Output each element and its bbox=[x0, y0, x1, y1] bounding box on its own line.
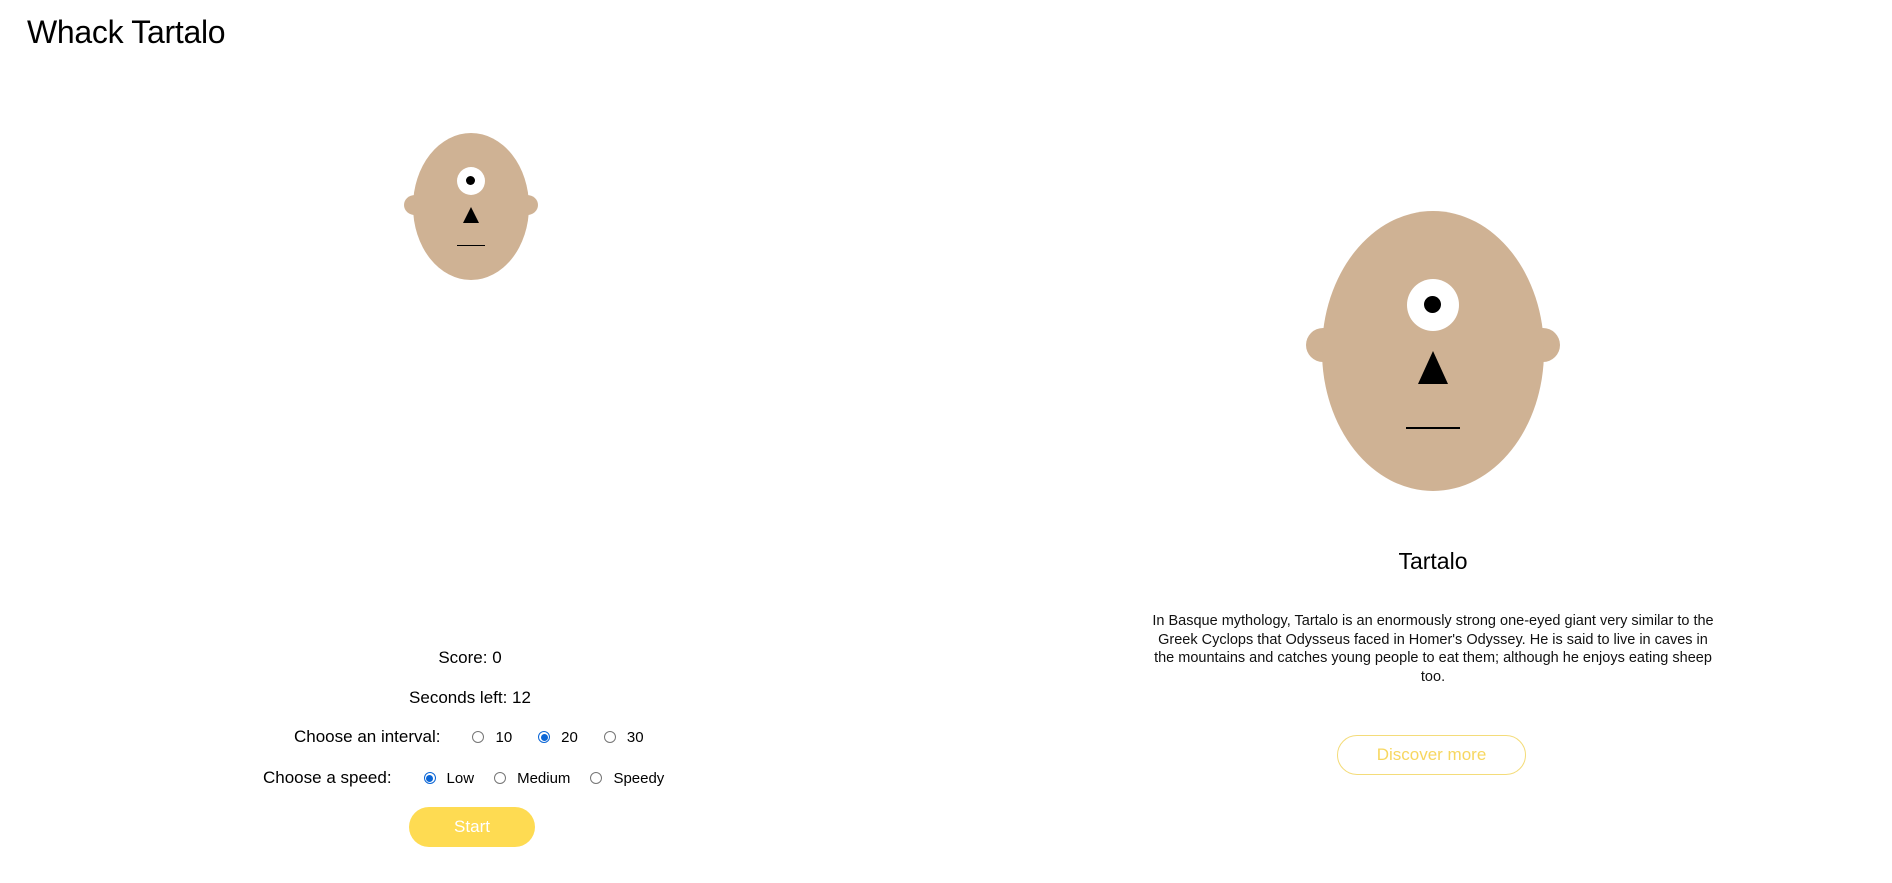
speed-radio-low[interactable] bbox=[423, 772, 436, 784]
pupil bbox=[466, 176, 475, 185]
interval-option-30[interactable]: 30 bbox=[603, 728, 644, 746]
app-title: Whack Tartalo bbox=[27, 14, 226, 50]
mouth bbox=[457, 245, 485, 246]
speed-option-low[interactable]: Low bbox=[423, 769, 475, 787]
mouth bbox=[1406, 427, 1460, 429]
nose bbox=[463, 207, 479, 223]
interval-radio-30[interactable] bbox=[603, 731, 616, 743]
speed-selector: Choose a speed: Low Medium Speedy bbox=[263, 768, 684, 788]
speed-radio-speedy[interactable] bbox=[590, 772, 603, 784]
interval-option-label: 20 bbox=[561, 728, 578, 746]
nose bbox=[1418, 351, 1448, 384]
speed-option-speedy[interactable]: Speedy bbox=[590, 770, 664, 787]
interval-selector: Choose an interval: 10 20 30 bbox=[294, 727, 670, 747]
interval-radio-10[interactable] bbox=[472, 731, 485, 743]
interval-radio-20[interactable] bbox=[538, 731, 551, 743]
character-name: Tartalo bbox=[1398, 548, 1468, 574]
interval-option-label: 10 bbox=[495, 728, 513, 746]
start-button[interactable]: Start bbox=[409, 807, 535, 847]
speed-option-label: Low bbox=[446, 769, 475, 787]
seconds-left-display: Seconds left: 12 bbox=[409, 688, 531, 707]
speed-option-medium[interactable]: Medium bbox=[494, 770, 570, 787]
interval-option-label: 30 bbox=[626, 728, 644, 746]
speed-option-label: Medium bbox=[517, 769, 571, 787]
tartalo-target[interactable] bbox=[404, 133, 538, 280]
character-description: In Basque mythology, Tartalo is an enorm… bbox=[1152, 613, 1714, 685]
score-display: Score: 0 bbox=[438, 648, 502, 667]
speed-option-label: Speedy bbox=[613, 769, 665, 787]
interval-option-20[interactable]: 20 bbox=[538, 729, 578, 746]
tartalo-illustration bbox=[1306, 211, 1560, 491]
interval-option-10[interactable]: 10 bbox=[472, 729, 512, 746]
interval-label: Choose an interval: bbox=[294, 727, 441, 746]
speed-label: Choose a speed: bbox=[263, 768, 392, 787]
speed-radio-medium[interactable] bbox=[494, 772, 507, 784]
pupil bbox=[1424, 296, 1441, 313]
discover-more-button[interactable]: Discover more bbox=[1337, 735, 1526, 775]
